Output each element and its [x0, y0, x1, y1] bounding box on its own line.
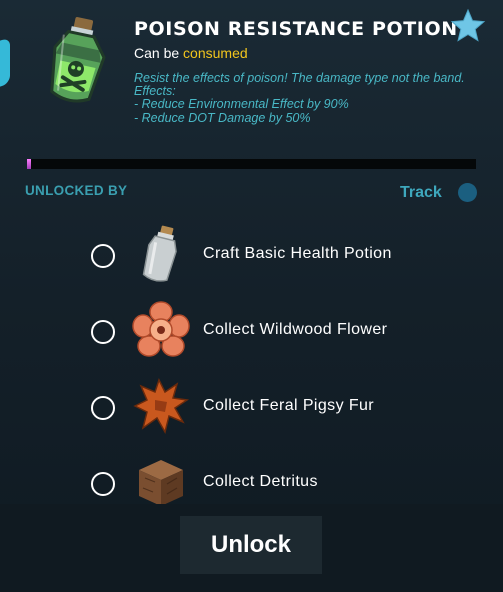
item-subtitle: Can be consumed [134, 45, 248, 61]
detritus-block-icon [139, 460, 183, 506]
poison-potion-icon [50, 17, 106, 103]
requirement-label: Collect Feral Pigsy Fur [203, 397, 375, 414]
pigsy-fur-icon [133, 378, 190, 434]
track-label[interactable]: Track [400, 184, 442, 202]
track-toggle[interactable] [458, 183, 477, 202]
item-description: Resist the effects of poison! The damage… [134, 71, 465, 125]
empty-bottle-icon [142, 225, 177, 282]
star-icon[interactable] [450, 8, 486, 44]
requirement-checkbox[interactable] [91, 396, 115, 420]
requirement-row: Collect Feral Pigsy Fur [0, 376, 503, 442]
side-tab-handle[interactable] [0, 37, 10, 89]
unlock-button[interactable]: Unlock [180, 516, 322, 574]
requirement-label: Collect Detritus [203, 473, 318, 490]
unlock-progress-bar [27, 159, 476, 169]
unlocked-by-label: UNLOCKED BY [25, 183, 128, 198]
requirement-row: Craft Basic Health Potion [0, 224, 503, 290]
consumable-status: consumed [183, 45, 248, 61]
requirement-label: Collect Wildwood Flower [203, 321, 388, 338]
requirement-checkbox[interactable] [91, 472, 115, 496]
wildwood-flower-icon [132, 301, 190, 357]
requirement-label: Craft Basic Health Potion [203, 245, 392, 262]
unlock-button-label: Unlock [210, 531, 291, 558]
requirement-row: Collect Wildwood Flower [0, 300, 503, 366]
subtitle-prefix: Can be [134, 45, 184, 61]
requirement-checkbox[interactable] [91, 320, 115, 344]
requirement-checkbox[interactable] [91, 244, 115, 268]
unlock-progress-fill [27, 159, 32, 169]
item-title: Poison Resistance Potion [134, 18, 458, 40]
